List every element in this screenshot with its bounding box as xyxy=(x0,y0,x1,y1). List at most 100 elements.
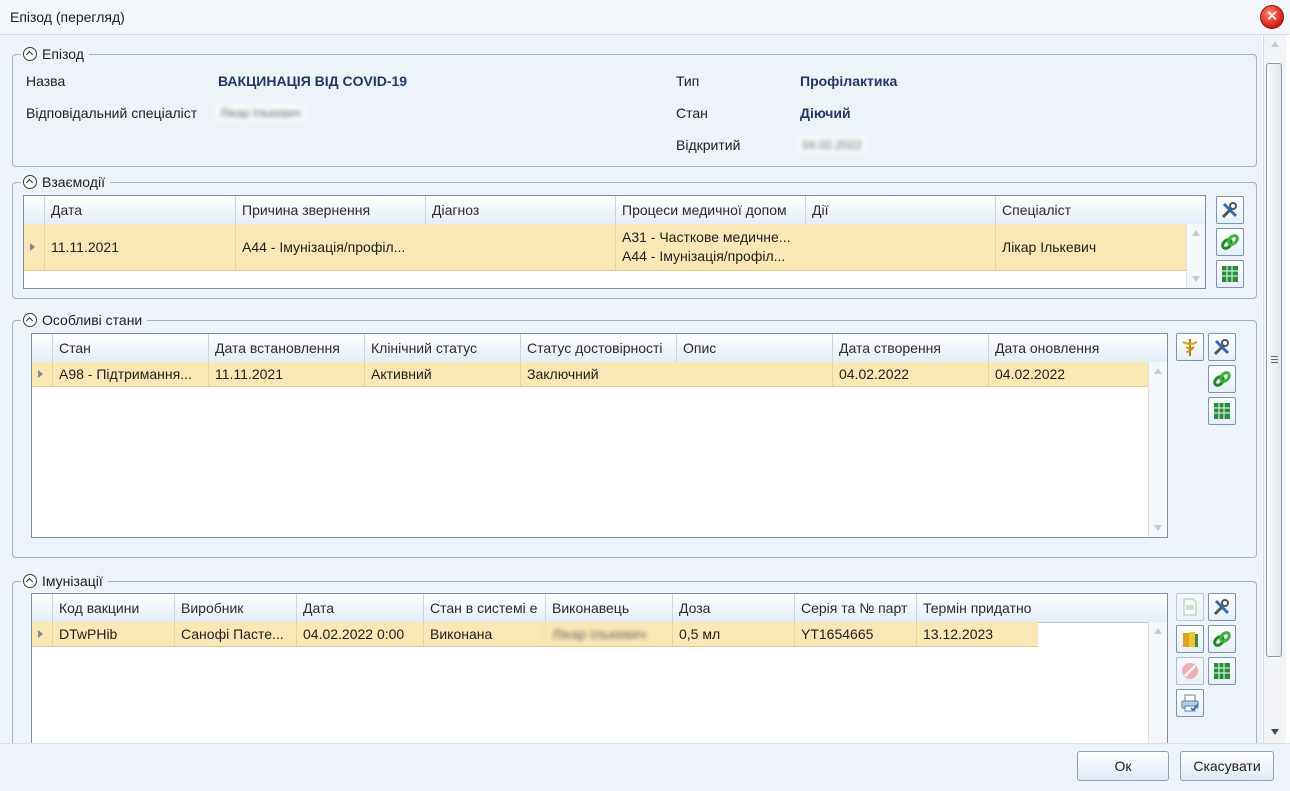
col-date[interactable]: Дата xyxy=(296,594,423,622)
table-row[interactable]: DTwPHib Санофі Пасте... 04.02.2022 0:00 … xyxy=(32,622,1038,647)
scroll-down-icon[interactable] xyxy=(1271,729,1279,735)
cell-date: 11.11.2021 xyxy=(44,224,235,270)
col-clinical-status[interactable]: Клінічний статус xyxy=(364,334,520,362)
collapse-chevron-icon[interactable] xyxy=(23,313,37,327)
cancel-icon xyxy=(1182,663,1198,679)
immunizations-grid[interactable]: Код вакцини Виробник Дата Стан в системі… xyxy=(31,593,1168,743)
book-button[interactable] xyxy=(1176,625,1204,653)
specialist-label: Відповідальний спеціаліст xyxy=(26,105,198,121)
conditions-legend[interactable]: Особливі стани xyxy=(21,311,148,329)
table-row[interactable]: 11.11.2021 A44 - Імунізація/профіл... A3… xyxy=(24,224,1187,271)
window-title: Епізод (перегляд) xyxy=(10,9,125,25)
main-scrollbar[interactable] xyxy=(1263,35,1286,743)
cell-process-2: A44 - Імунізація/профіл... xyxy=(622,248,786,264)
col-verification-status[interactable]: Статус достовірності xyxy=(520,334,676,362)
row-indicator-icon xyxy=(38,630,43,638)
link-button[interactable] xyxy=(1216,228,1244,256)
collapse-chevron-icon[interactable] xyxy=(23,574,37,588)
col-date[interactable]: Дата xyxy=(44,196,235,224)
scroll-down-icon[interactable] xyxy=(1192,276,1200,282)
col-manufacturer[interactable]: Виробник xyxy=(174,594,296,622)
name-label: Назва xyxy=(26,73,66,89)
col-state[interactable]: Стан xyxy=(52,334,208,362)
cancel-dialog-button[interactable]: Скасувати xyxy=(1180,751,1274,781)
print-button[interactable] xyxy=(1176,689,1204,717)
episode-group: Епізод xyxy=(12,45,1257,167)
col-batch[interactable]: Серія та № парт xyxy=(794,594,916,622)
close-button[interactable]: ✕ xyxy=(1260,5,1284,29)
type-label: Тип xyxy=(676,73,700,89)
grip-line xyxy=(1271,362,1278,363)
cell-batch: YT1654665 xyxy=(794,622,916,646)
specialist-value: Лікар Ількевич xyxy=(214,104,307,122)
scroll-down-icon[interactable] xyxy=(1154,525,1162,531)
tools-icon xyxy=(1213,599,1230,616)
new-document-button[interactable] xyxy=(1176,593,1204,621)
cancel-button[interactable] xyxy=(1176,657,1204,685)
scroll-up-icon[interactable] xyxy=(1154,628,1162,634)
medical-button[interactable] xyxy=(1176,333,1204,361)
cell-dose: 0,5 мл xyxy=(672,622,794,646)
link-button[interactable] xyxy=(1208,625,1236,653)
cell-reason: A44 - Імунізація/профіл... xyxy=(235,224,425,270)
state-label: Стан xyxy=(676,105,708,121)
scroll-up-icon[interactable] xyxy=(1192,230,1200,236)
link-icon xyxy=(1213,371,1231,387)
edit-button[interactable] xyxy=(1208,333,1236,361)
interactions-grid[interactable]: Дата Причина звернення Діагноз Процеси м… xyxy=(23,195,1206,289)
link-icon xyxy=(1213,631,1231,647)
immunizations-legend[interactable]: Імунізації xyxy=(21,572,108,590)
col-dose[interactable]: Доза xyxy=(672,594,794,622)
immunizations-scrollbar[interactable] xyxy=(1148,622,1167,743)
col-processes[interactable]: Процеси медичної допом xyxy=(615,196,805,224)
opened-label: Відкритий xyxy=(676,137,741,153)
print-icon xyxy=(1181,694,1199,712)
conditions-scrollbar[interactable] xyxy=(1148,362,1167,537)
caduceus-icon xyxy=(1182,339,1198,356)
edit-button[interactable] xyxy=(1216,196,1244,224)
col-performer[interactable]: Виконавець xyxy=(545,594,672,622)
col-diagnosis[interactable]: Діагноз xyxy=(425,196,615,224)
ok-button[interactable]: Ок xyxy=(1077,751,1169,781)
col-reason[interactable]: Причина звернення xyxy=(235,196,425,224)
interactions-scrollbar[interactable] xyxy=(1186,224,1205,288)
col-updated[interactable]: Дата оновлення xyxy=(988,334,1144,362)
col-vaccine-code[interactable]: Код вакцини xyxy=(52,594,174,622)
col-description[interactable]: Опис xyxy=(676,334,832,362)
col-established[interactable]: Дата встановлення xyxy=(208,334,364,362)
conditions-header: Стан Дата встановлення Клінічний статус … xyxy=(32,334,1167,363)
scroll-thumb[interactable] xyxy=(1266,63,1282,657)
interactions-header: Дата Причина звернення Діагноз Процеси м… xyxy=(24,196,1205,225)
link-button[interactable] xyxy=(1208,365,1236,393)
interactions-legend-label: Взаємодії xyxy=(42,174,105,190)
col-actions[interactable]: Дії xyxy=(805,196,995,224)
cell-manufacturer: Санофі Пасте... xyxy=(174,622,296,646)
export-button[interactable] xyxy=(1208,397,1236,425)
export-button[interactable] xyxy=(1208,657,1236,685)
excel-export-icon xyxy=(1214,663,1230,679)
edit-button[interactable] xyxy=(1208,593,1236,621)
excel-export-icon xyxy=(1222,266,1238,282)
collapse-chevron-icon[interactable] xyxy=(23,47,37,61)
conditions-legend-label: Особливі стани xyxy=(42,312,143,328)
export-button[interactable] xyxy=(1216,260,1244,288)
cell-code: DTwPHib xyxy=(52,622,174,646)
cell-updated: 04.02.2022 xyxy=(988,362,1149,386)
row-indicator-icon xyxy=(38,370,43,378)
col-specialist[interactable]: Спеціаліст xyxy=(995,196,1185,224)
scroll-up-icon[interactable] xyxy=(1271,41,1279,47)
cell-process-1: A31 - Часткове медичне... xyxy=(622,229,791,245)
interactions-legend[interactable]: Взаємодії xyxy=(21,173,110,191)
link-icon xyxy=(1221,234,1239,250)
scroll-up-icon[interactable] xyxy=(1154,368,1162,374)
episode-legend[interactable]: Епізод xyxy=(21,45,89,63)
col-system-status[interactable]: Стан в системі е xyxy=(423,594,545,622)
cell-established: 11.11.2021 xyxy=(208,362,364,386)
cell-created: 04.02.2022 xyxy=(832,362,988,386)
col-created[interactable]: Дата створення xyxy=(832,334,988,362)
table-row[interactable]: A98 - Підтримання... 11.11.2021 Активний… xyxy=(32,362,1149,387)
col-expiry[interactable]: Термін придатно xyxy=(916,594,1038,622)
collapse-chevron-icon[interactable] xyxy=(23,175,37,189)
conditions-grid[interactable]: Стан Дата встановлення Клінічний статус … xyxy=(31,333,1168,538)
tools-icon xyxy=(1213,339,1230,356)
